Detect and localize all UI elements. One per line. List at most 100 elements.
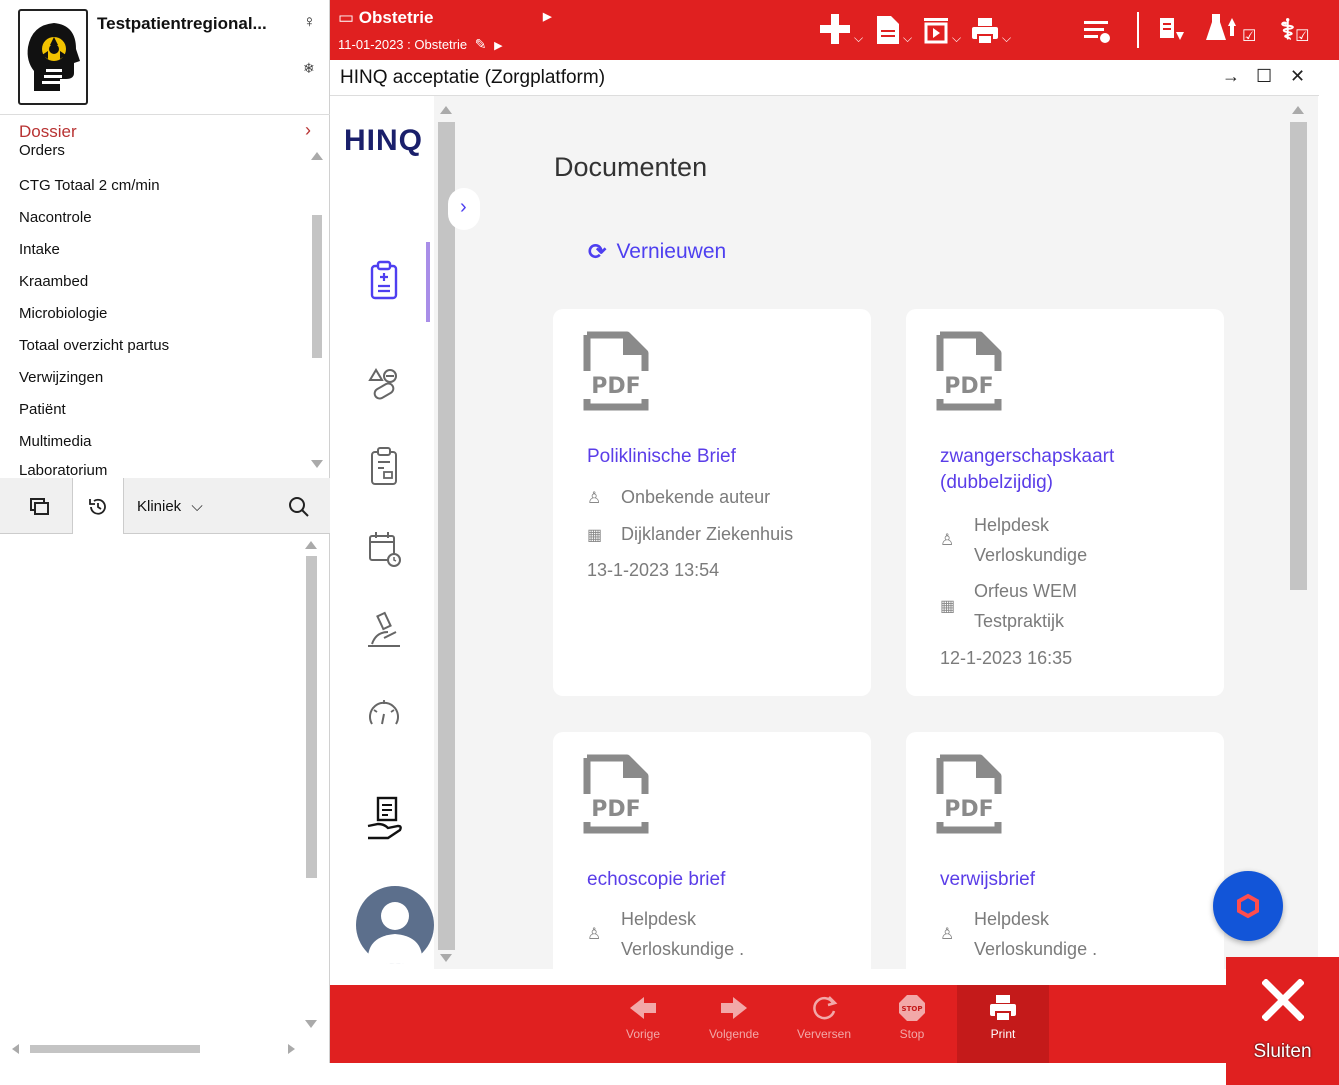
episode-text: 11-01-2023 : Obstetrie — [338, 37, 468, 52]
calendar-clock-icon[interactable] — [366, 528, 402, 568]
pdf-file-icon: PDF — [583, 331, 649, 411]
person-icon: ♙ — [940, 926, 955, 943]
undock-arrow-icon[interactable]: → — [1222, 66, 1240, 87]
document-button[interactable]: ⌵ — [875, 10, 912, 46]
document-title[interactable]: verwijsbrief — [940, 867, 1035, 893]
hscroll-right[interactable] — [288, 1044, 295, 1054]
history-icon — [89, 498, 106, 515]
stop-button[interactable]: STOP Stop — [871, 985, 953, 1063]
nav-item-patient[interactable]: Patiënt — [19, 401, 66, 418]
iconbar-scroll-up[interactable] — [440, 106, 452, 114]
document-card[interactable]: PDF Poliklinische Brief ♙ Onbekende aute… — [553, 309, 871, 696]
lab-upload-button[interactable]: ☑ — [1206, 10, 1256, 46]
document-title[interactable]: Poliklinische Brief — [587, 444, 736, 470]
list-download-button[interactable] — [1158, 10, 1184, 46]
document-card[interactable]: PDF echoscopie brief ♙ Helpdesk Verlosku… — [553, 732, 871, 969]
documents-heading: Documenten — [554, 152, 708, 182]
lower-scroll-up[interactable] — [305, 541, 317, 549]
medication-icon[interactable] — [366, 364, 402, 404]
active-indicator — [426, 242, 430, 322]
microscope-icon[interactable] — [366, 610, 402, 650]
main-scroll-up[interactable] — [1292, 106, 1304, 114]
folder-icon: ▭ — [338, 8, 355, 27]
main-scrollbar-thumb[interactable] — [1290, 122, 1307, 590]
refresh-link[interactable]: ⟳ Vernieuwen — [588, 239, 726, 265]
back-button[interactable]: Vorige — [602, 985, 684, 1063]
tab-history[interactable] — [72, 478, 124, 534]
hscroll-left[interactable] — [12, 1044, 19, 1054]
folder-title[interactable]: ▭ Obstetrie ▶ — [338, 8, 551, 28]
lower-scroll-down[interactable] — [305, 1020, 317, 1028]
horizontal-scrollbar-thumb[interactable] — [30, 1045, 200, 1053]
nav-scroll-up[interactable] — [311, 152, 323, 160]
nav-scroll-down[interactable] — [311, 460, 323, 468]
windows-icon[interactable] — [30, 498, 50, 516]
kliniek-dropdown[interactable]: Kliniek ⌵ — [137, 498, 203, 515]
nav-item-kraambed[interactable]: Kraambed — [19, 273, 88, 290]
document-hand-icon[interactable] — [366, 796, 406, 842]
pdf-label: PDF — [591, 797, 640, 822]
close-button[interactable]: Sluiten — [1226, 957, 1339, 1085]
iconbar-scrollbar-thumb[interactable] — [438, 122, 455, 950]
hinq-hexagon-icon — [1237, 893, 1259, 919]
chevron-down-icon: ⌵ — [1002, 31, 1012, 45]
search-icon[interactable] — [288, 496, 310, 518]
expand-sidebar-button[interactable]: › — [448, 188, 480, 230]
close-label: Sluiten — [1253, 1041, 1312, 1062]
nav-item-verwijzingen[interactable]: Verwijzingen — [19, 369, 103, 386]
nav-item-microbiologie[interactable]: Microbiologie — [19, 305, 107, 322]
nav-item-orders[interactable]: Orders — [19, 144, 65, 159]
iconbar-scroll-down[interactable] — [440, 954, 452, 962]
nav-scrollbar-thumb[interactable] — [312, 215, 322, 358]
pdf-file-icon: PDF — [936, 331, 1002, 411]
clipboard-report-icon[interactable] — [366, 446, 402, 486]
forward-button[interactable]: Volgende — [693, 985, 775, 1063]
clipboard-medical-icon[interactable] — [366, 260, 402, 300]
app-window: Testpatientregional... ♀ ❄ Dossier › Ord… — [0, 0, 1339, 1085]
document-author: ♙ Helpdesk Verloskundige — [940, 510, 1140, 570]
print-button[interactable]: Print — [957, 985, 1049, 1063]
reload-button[interactable]: Verversen — [783, 985, 865, 1063]
settings-sliders-button[interactable] — [1082, 10, 1112, 46]
chevron-down-icon: ⌵ — [854, 31, 864, 45]
pdf-label: PDF — [944, 374, 993, 399]
chevron-right-icon[interactable]: › — [305, 120, 311, 141]
arrow-right-icon — [721, 997, 747, 1019]
list-download-icon — [1160, 18, 1184, 40]
lower-scrollbar-thumb[interactable] — [306, 556, 317, 878]
document-card[interactable]: PDF verwijsbrief ♙ Helpdesk Verloskundig… — [906, 732, 1224, 969]
nav-item-multimedia[interactable]: Multimedia — [19, 433, 92, 450]
document-title[interactable]: zwangerschapskaart (dubbelzijdig) — [940, 444, 1180, 496]
add-button[interactable]: ⌵ — [818, 10, 863, 46]
printer-icon — [972, 18, 998, 45]
print-menu-button[interactable]: ⌵ — [970, 10, 1011, 46]
pdf-label: PDF — [944, 797, 993, 822]
status-strip — [0, 1063, 1226, 1085]
maximize-icon[interactable]: ☐ — [1256, 66, 1272, 87]
user-avatar[interactable] — [356, 886, 434, 964]
patient-avatar[interactable] — [18, 9, 88, 105]
nav-item-ctg[interactable]: CTG Totaal 2 cm/min — [19, 177, 160, 194]
presentation-button[interactable]: ⌵ — [922, 10, 961, 46]
flask-icon — [1206, 14, 1236, 40]
document-author: ♙ Onbekende auteur — [587, 482, 770, 514]
episode-label[interactable]: 11-01-2023 : Obstetrie ✎ ▶ — [338, 36, 503, 53]
print-label: Print — [990, 1027, 1016, 1041]
pdf-file-icon: PDF — [936, 754, 1002, 834]
document-author: ♙ Helpdesk Verloskundige . — [940, 904, 1140, 964]
person-icon: ♙ — [587, 490, 602, 507]
kliniek-label: Kliniek — [137, 498, 182, 515]
nav-item-nacontrole[interactable]: Nacontrole — [19, 209, 92, 226]
person-icon: ♙ — [940, 532, 955, 549]
hinq-assistant-button[interactable] — [1213, 871, 1283, 941]
nav-item-laboratorium[interactable]: Laboratorium — [19, 462, 107, 475]
workflow-button[interactable]: ⚕ ☑ — [1280, 10, 1310, 46]
document-title[interactable]: echoscopie brief — [587, 867, 725, 893]
nav-item-intake[interactable]: Intake — [19, 241, 60, 258]
close-window-icon[interactable]: ✕ — [1290, 66, 1305, 87]
patient-name: Testpatientregional... — [97, 14, 267, 33]
nav-item-partus[interactable]: Totaal overzicht partus — [19, 337, 169, 354]
document-card[interactable]: PDF zwangerschapskaart (dubbelzijdig) ♙ … — [906, 309, 1224, 696]
gauge-icon[interactable] — [366, 692, 402, 732]
dossier-section-title[interactable]: Dossier — [19, 122, 77, 142]
